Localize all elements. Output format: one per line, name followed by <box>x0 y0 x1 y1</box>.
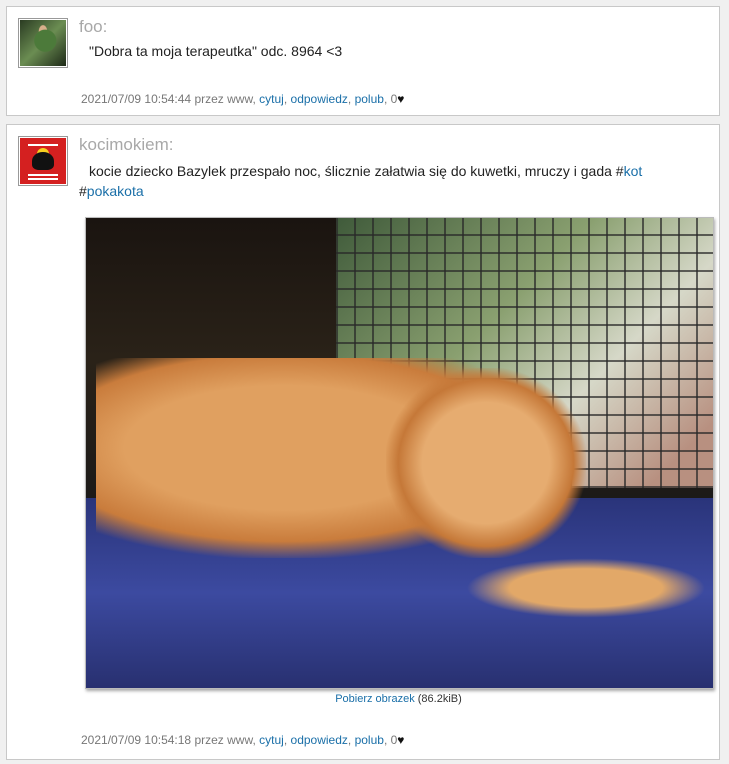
post-text: kocie dziecko Bazylek przespało noc, śli… <box>79 163 643 199</box>
post-image[interactable] <box>85 217 714 689</box>
avatar-line <box>28 174 58 176</box>
like-link[interactable]: polub <box>355 733 384 747</box>
heart-icon: ♥ <box>397 92 405 106</box>
post: foo: "Dobra ta moja terapeutka" odc. 896… <box>6 6 720 116</box>
timestamp: 2021/07/09 10:54:18 <box>81 733 192 747</box>
timestamp: 2021/07/09 10:54:44 <box>81 92 192 106</box>
reply-link[interactable]: odpowiedz <box>291 733 348 747</box>
quote-link[interactable]: cytuj <box>259 92 284 106</box>
avatar[interactable] <box>18 18 68 68</box>
username[interactable]: foo: <box>79 17 107 37</box>
image-size: (86.2kiB) <box>417 693 462 705</box>
like-link[interactable]: polub <box>355 92 384 106</box>
hashtag-link[interactable]: pokakota <box>87 183 144 199</box>
hashtag-link[interactable]: kot <box>624 163 643 179</box>
download-image-link[interactable]: Pobierz obrazek <box>335 693 415 705</box>
author-source: przez www, <box>194 92 256 106</box>
avatar[interactable] <box>18 136 68 186</box>
heart-icon: ♥ <box>397 733 405 747</box>
avatar-line <box>28 144 58 146</box>
cat-leg <box>466 558 706 618</box>
image-caption: Pobierz obrazek (86.2kiB) <box>85 693 712 705</box>
post-text: "Dobra ta moja terapeutka" odc. 8964 <3 <box>89 43 343 59</box>
reply-link[interactable]: odpowiedz <box>291 92 348 106</box>
post-meta: 2021/07/09 10:54:18 przez www, cytuj, od… <box>81 733 405 747</box>
author-source: przez www, <box>194 733 256 747</box>
cat-head <box>386 368 586 558</box>
username[interactable]: kocimokiem: <box>79 135 173 155</box>
post-meta: 2021/07/09 10:54:44 przez www, cytuj, od… <box>81 92 405 106</box>
burning-house-icon <box>32 152 54 170</box>
post: kocimokiem: kocie dziecko Bazylek przesp… <box>6 124 720 760</box>
avatar-line <box>28 178 58 180</box>
quote-link[interactable]: cytuj <box>259 733 284 747</box>
